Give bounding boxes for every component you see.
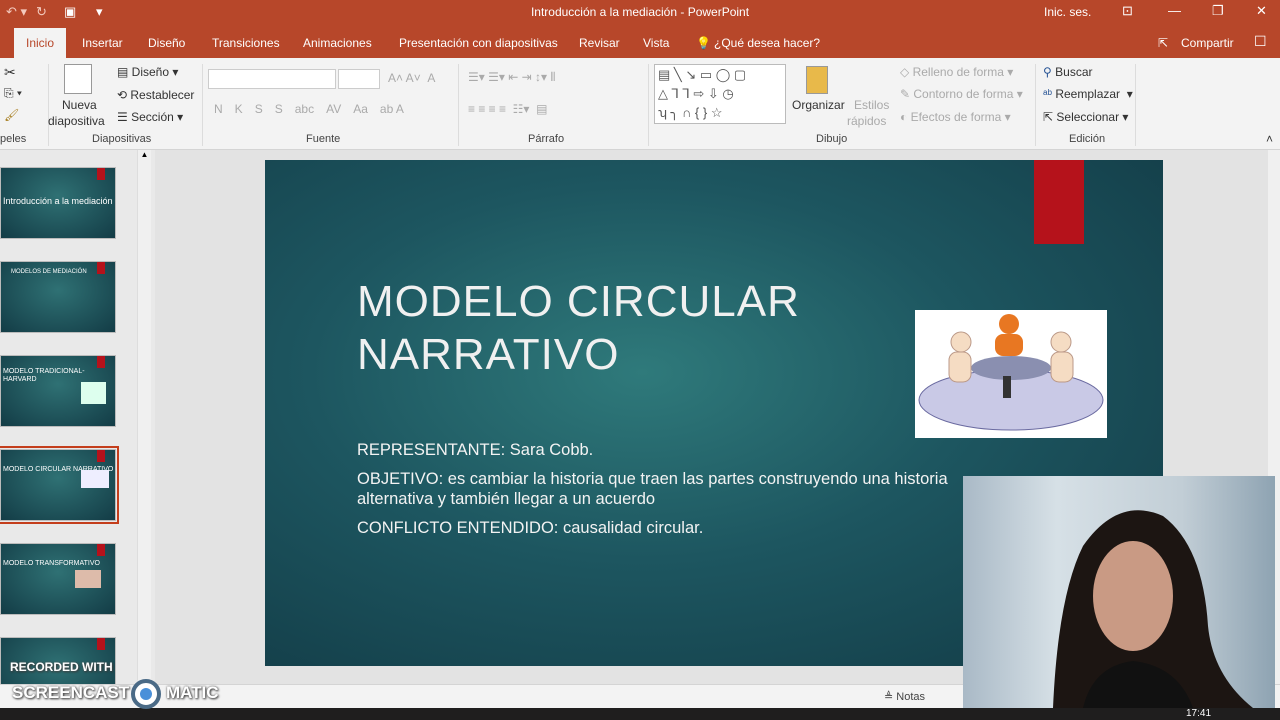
select-button[interactable]: ⇱ Seleccionar ▾ bbox=[1043, 110, 1128, 124]
slide-body[interactable]: REPRESENTANTE: Sara Cobb. OBJETIVO: es ca… bbox=[357, 440, 957, 547]
reset-button[interactable]: ⟲ Restablecer bbox=[117, 88, 194, 102]
slide-thumbnail-pane: Introducción a la mediación MODELOS DE M… bbox=[0, 150, 155, 709]
align-buttons[interactable]: ≡ ≡ ≡ ≡ ☷▾ ▤ bbox=[468, 102, 547, 116]
layout-button[interactable]: ▤ Diseño ▾ bbox=[117, 65, 178, 79]
shape-outline-button[interactable]: ✎ Contorno de forma ▾ bbox=[900, 87, 1023, 101]
thumbnail-scrollbar[interactable]: ▲ bbox=[137, 150, 151, 680]
tab-presentacion[interactable]: Presentación con diapositivas bbox=[399, 36, 558, 50]
format-painter-icon[interactable]: 🖌 bbox=[4, 108, 19, 122]
tab-revisar[interactable]: Revisar bbox=[579, 36, 620, 50]
font-size-select[interactable] bbox=[338, 69, 380, 89]
tab-animaciones[interactable]: Animaciones bbox=[303, 36, 372, 50]
shapes-gallery[interactable]: ▤ ╲ ↘ ▭ ◯ ▢ △ ⅂ ⅂ ⇨ ⇩ ◷ ʮ ╮ ∩ { } ☆ bbox=[654, 64, 786, 124]
shape-effects-button[interactable]: ◐ Efectos de forma ▾ bbox=[900, 110, 1011, 124]
clipboard-group-label: peles bbox=[0, 133, 27, 145]
tab-transiciones[interactable]: Transiciones bbox=[212, 36, 280, 50]
new-slide-icon[interactable] bbox=[64, 64, 92, 94]
replace-button[interactable]: ᵃᵇ Reemplazar ▾ bbox=[1043, 87, 1133, 101]
close-button[interactable]: ✕ bbox=[1256, 3, 1267, 19]
list-buttons[interactable]: ☰▾ ☰▾ ⇤ ⇥ ↕▾ ⫴ bbox=[468, 70, 555, 85]
comments-icon[interactable]: ☐ bbox=[1254, 33, 1267, 50]
windows-taskbar: 17:41 bbox=[0, 708, 1280, 720]
font-size-buttons[interactable]: A˄ A˅ A bbox=[388, 71, 435, 85]
taskbar-clock: 17:41 bbox=[1186, 708, 1212, 719]
watermark-matic: MATIC bbox=[166, 683, 219, 702]
tab-inicio[interactable]: Inicio bbox=[14, 28, 67, 58]
minimize-button[interactable]: — bbox=[1168, 3, 1181, 18]
slide-thumbnail[interactable]: MODELO TRANSFORMATIVO bbox=[0, 543, 116, 615]
find-button[interactable]: ⚲ Buscar bbox=[1043, 65, 1093, 79]
cut-icon[interactable]: ✂ bbox=[4, 64, 16, 81]
tab-diseno[interactable]: Diseño bbox=[148, 36, 185, 50]
collapse-ribbon-icon[interactable]: ˄ bbox=[1266, 132, 1273, 146]
title-bar: ↶ ▾ ↻ ▣ ▾ Introducción a la mediación - … bbox=[0, 0, 1280, 24]
arrange-button[interactable]: Organizar bbox=[792, 98, 845, 112]
shape-fill-button[interactable]: ◇ Relleno de forma ▾ bbox=[900, 65, 1013, 79]
screencast-logo-icon bbox=[131, 679, 161, 709]
sign-in-link[interactable]: Inic. ses. bbox=[1044, 5, 1091, 19]
tab-vista[interactable]: Vista bbox=[643, 36, 669, 50]
drawing-group-label: Dibujo bbox=[816, 133, 848, 145]
notes-button[interactable]: ≜ Notas bbox=[884, 690, 925, 703]
restore-button[interactable]: ❐ bbox=[1212, 3, 1224, 19]
ribbon-display-options-icon[interactable]: ⊡ bbox=[1122, 3, 1133, 19]
share-icon[interactable]: ⇱ bbox=[1158, 36, 1168, 50]
section-button[interactable]: ☰ Sección ▾ bbox=[117, 110, 183, 124]
arrange-icon[interactable] bbox=[806, 66, 828, 94]
meeting-table-image[interactable] bbox=[915, 310, 1107, 438]
slides-group-label: Diapositivas bbox=[92, 133, 152, 145]
quick-styles-label-1[interactable]: Estilos bbox=[854, 98, 889, 112]
slide-thumbnail-selected[interactable]: MODELO CIRCULAR NARRATIVO bbox=[0, 446, 119, 524]
slide-title[interactable]: MODELO CIRCULAR NARRATIVO bbox=[357, 275, 800, 381]
editing-group-label: Edición bbox=[1069, 133, 1106, 145]
ribbon: ✂ ⎘ ▾ 🖌 peles Nueva diapositiva ▤ Diseño… bbox=[0, 58, 1280, 150]
paragraph-group-label: Párrafo bbox=[528, 133, 565, 145]
ribbon-tabs: Inicio Insertar Diseño Transiciones Anim… bbox=[0, 24, 1280, 58]
copy-icon[interactable]: ⎘ ▾ bbox=[4, 86, 22, 101]
new-slide-label-2[interactable]: diapositiva bbox=[48, 114, 105, 128]
new-slide-label-1[interactable]: Nueva bbox=[62, 98, 97, 112]
slide-thumbnail[interactable]: MODELO TRADICIONAL-HARVARD bbox=[0, 355, 116, 427]
font-name-select[interactable] bbox=[208, 69, 336, 89]
webcam-overlay bbox=[963, 476, 1275, 708]
watermark-line1: RECORDED WITH bbox=[10, 660, 113, 674]
slide-thumbnail[interactable]: Introducción a la mediación bbox=[0, 167, 116, 239]
quick-styles-label-2[interactable]: rápidos bbox=[847, 114, 886, 128]
tell-me-input[interactable]: ¿Qué desea hacer? bbox=[714, 36, 820, 50]
watermark-screencast: SCREENCAST bbox=[12, 683, 130, 702]
font-format-buttons[interactable]: N K S Sabc AV Aa ab A bbox=[214, 102, 404, 116]
slide-red-accent bbox=[1034, 160, 1084, 244]
font-group-label: Fuente bbox=[306, 133, 341, 145]
lightbulb-icon: 💡 bbox=[696, 36, 711, 50]
tab-insertar[interactable]: Insertar bbox=[82, 36, 123, 50]
slide-thumbnail[interactable]: MODELOS DE MEDIACIÓN bbox=[0, 261, 116, 333]
share-button[interactable]: Compartir bbox=[1181, 36, 1234, 50]
